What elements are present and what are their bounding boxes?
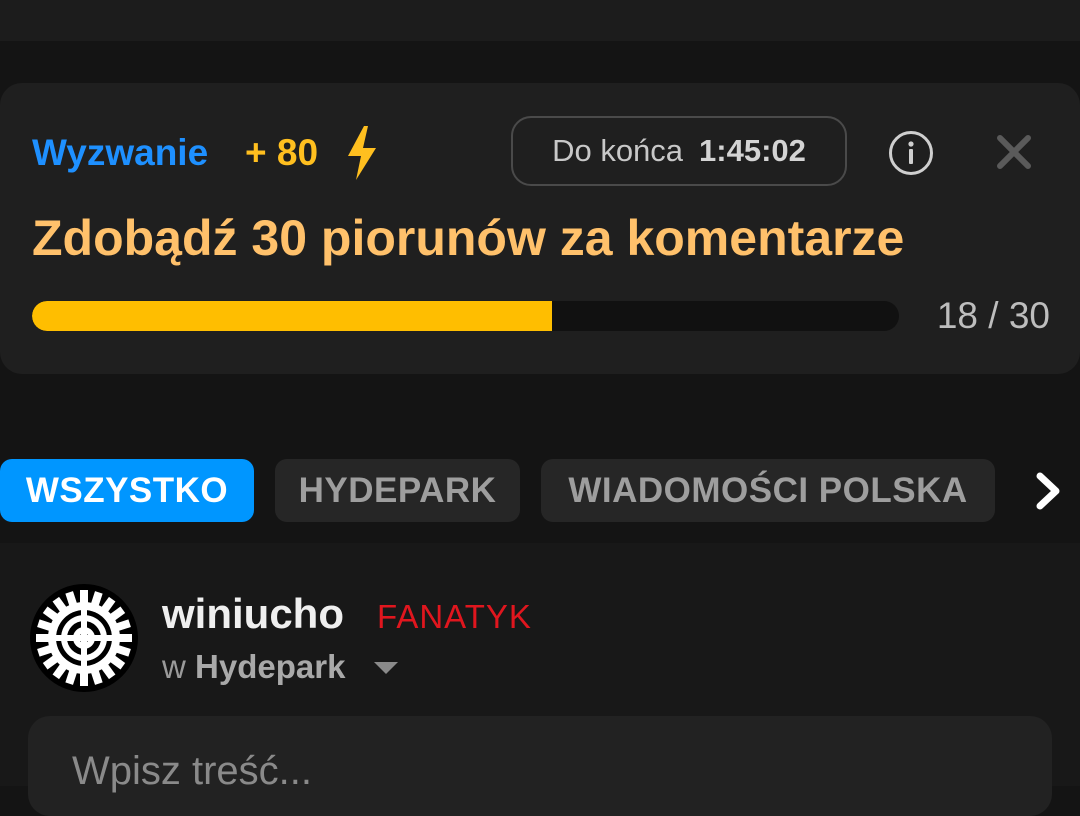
gear-tooth	[118, 634, 132, 642]
channel-name: Hydepark	[195, 648, 346, 685]
challenge-points: + 80	[245, 132, 319, 173]
timer-label: Do końca	[552, 133, 684, 168]
comment-input[interactable]	[70, 740, 974, 802]
channel-selector[interactable]: w Hydepark	[162, 647, 345, 687]
lightning-bolt-icon	[348, 126, 376, 180]
countdown-timer: Do końca 1:45:02	[511, 116, 847, 186]
username[interactable]: winiucho	[162, 590, 344, 638]
comment-input-container	[28, 716, 1052, 816]
gear-tooth	[80, 672, 88, 686]
progress-fill	[32, 301, 553, 331]
info-icon[interactable]	[888, 130, 934, 176]
close-icon[interactable]	[994, 132, 1034, 172]
progress-bar	[32, 301, 899, 331]
chevron-right-icon[interactable]	[1028, 470, 1068, 512]
chevron-down-icon[interactable]	[372, 660, 400, 676]
top-bar	[0, 0, 1080, 41]
channel-prefix: w	[162, 648, 186, 685]
challenge-title: Zdobądź 30 piorunów za komentarze	[32, 210, 905, 266]
challenge-label: Wyzwanie	[32, 132, 209, 173]
gear-tooth	[36, 634, 50, 642]
user-rank-badge: FANATYK	[377, 598, 532, 635]
timer-value: 1:45:02	[699, 133, 806, 168]
avatar[interactable]	[30, 584, 138, 692]
tab-wiadomosci-polska[interactable]: WIADOMOŚCI POLSKA	[541, 459, 995, 522]
tab-wszystko[interactable]: WSZYSTKO	[0, 459, 254, 522]
tab-hydepark[interactable]: HYDEPARK	[275, 459, 520, 522]
progress-text: 18 / 30	[936, 295, 1050, 336]
category-tabs: WSZYSTKO HYDEPARK WIADOMOŚCI POLSKA	[0, 459, 1080, 522]
gear-tooth	[80, 590, 88, 604]
